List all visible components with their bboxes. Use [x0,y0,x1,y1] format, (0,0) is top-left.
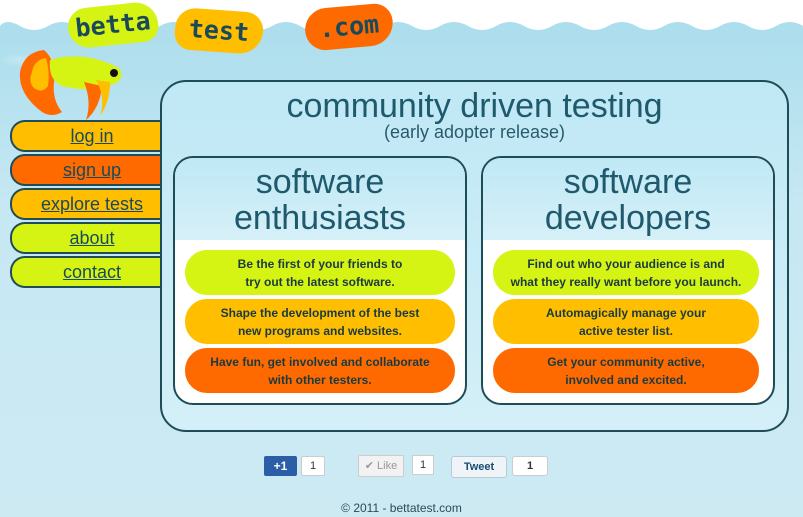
footer-copyright: © 2011 - bettatest.com [341,501,462,515]
nav-contact[interactable]: contact [10,256,172,288]
enthusiasts-card: software enthusiasts Be the first of you… [173,156,467,405]
developers-point-1: Find out who your audience is and what th… [493,250,759,295]
enthusiasts-point-2: Shape the development of the best new pro… [185,299,455,344]
tweet-count: 1 [512,456,548,476]
nav-explore-tests[interactable]: explore tests [10,188,172,220]
point-text: Have fun, get involved and collaborate [210,354,430,369]
enthusiasts-point-3: Have fun, get involved and collaborate wi… [185,348,455,393]
point-text: try out the latest software. [245,274,395,289]
facebook-like-count: 1 [412,455,434,475]
point-text: Be the first of your friends to [237,256,403,271]
facebook-like-button[interactable]: ✔ Like [358,455,404,477]
point-text: Shape the development of the best [220,305,420,320]
developers-point-3: Get your community active, involved and e… [493,348,759,393]
point-text: active tester list. [578,323,674,338]
point-text: Get your community active, [547,354,705,369]
point-text: new programs and websites. [237,323,403,338]
developers-card: software developers Find out who your au… [481,156,775,405]
nav-log-in[interactable]: log in [10,120,172,152]
fish-logo-icon [19,50,122,120]
logo-test[interactable]: test [173,6,265,56]
point-text: Find out who your audience is and [527,256,725,271]
enthusiasts-title-line2: enthusiasts [234,199,406,237]
page-title: community driven testing [286,87,663,125]
google-plus-one-button[interactable]: +1 [264,456,297,476]
google-plus-count: 1 [301,456,325,476]
point-text: Automagically manage your [545,305,707,320]
point-text: involved and excited. [565,372,687,387]
nav-sign-up[interactable]: sign up [10,154,172,186]
point-text: with other testers. [268,372,372,387]
developers-title-line1: software [563,163,693,201]
developers-point-2: Automagically manage your active tester l… [493,299,759,344]
tweet-button[interactable]: Tweet [451,456,507,478]
point-text: what they really want before you launch. [510,274,742,289]
enthusiasts-title-line1: software [255,163,385,201]
page-subtitle: (early adopter release) [383,122,566,142]
developers-title-line2: developers [544,199,712,237]
enthusiasts-point-1: Be the first of your friends to try out t… [185,250,455,295]
nav-about[interactable]: about [10,222,172,254]
